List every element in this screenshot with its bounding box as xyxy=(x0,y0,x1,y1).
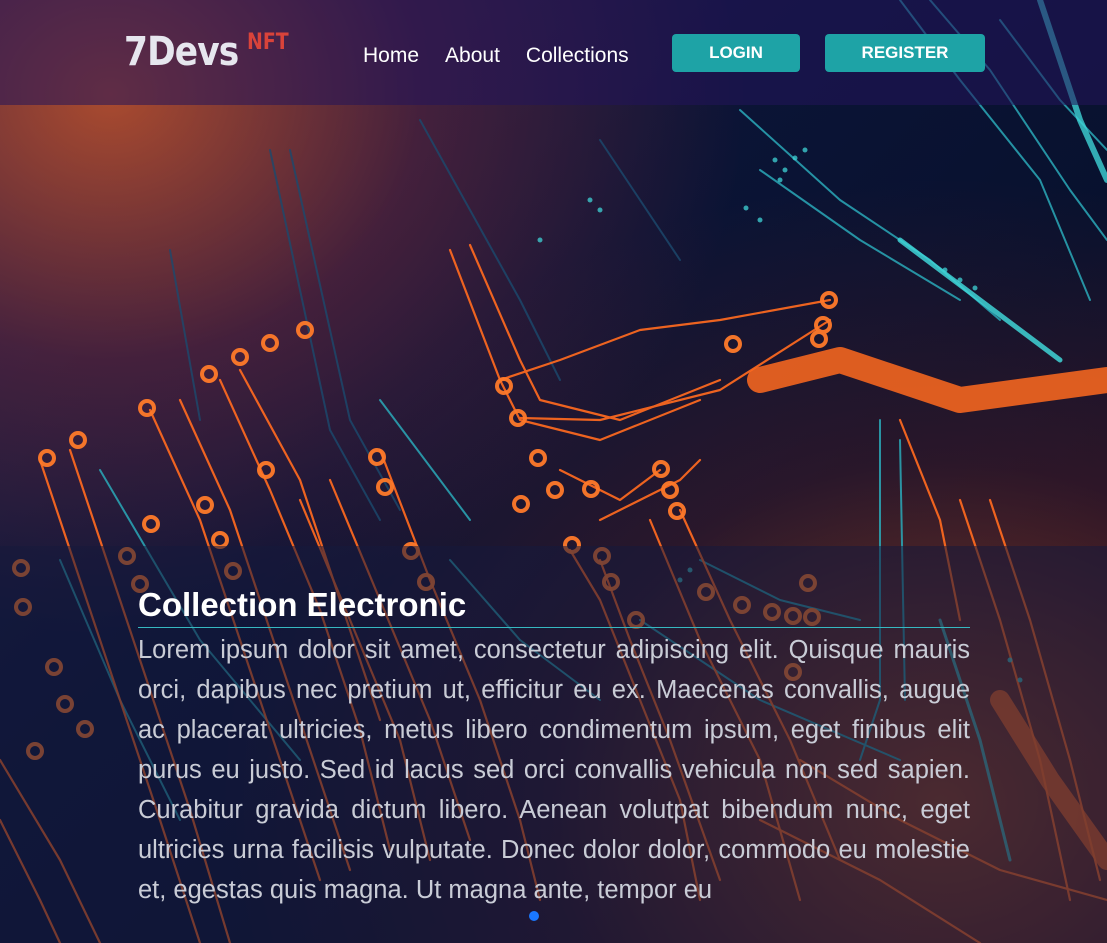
collection-section: Collection Electronic Lorem ipsum dolor … xyxy=(138,583,970,910)
scroll-indicator-dot[interactable] xyxy=(529,911,539,921)
collection-title: Collection Electronic xyxy=(138,586,467,623)
collection-description: Lorem ipsum dolor sit amet, consectetur … xyxy=(138,636,970,904)
logo-nft-badge: NFT xyxy=(247,30,289,55)
top-navbar: 7Devs NFT Home About Collections LOGIN R… xyxy=(0,0,1107,105)
nav-link-about[interactable]: About xyxy=(445,43,500,69)
nav-link-collections[interactable]: Collections xyxy=(526,43,629,69)
login-button[interactable]: LOGIN xyxy=(672,34,800,72)
main-nav: Home About Collections xyxy=(363,43,655,69)
register-button[interactable]: REGISTER xyxy=(825,34,985,72)
logo[interactable]: 7Devs NFT xyxy=(124,28,296,76)
nav-link-home[interactable]: Home xyxy=(363,43,419,69)
title-divider xyxy=(138,627,970,628)
logo-text: 7Devs xyxy=(124,29,239,75)
page: 7Devs NFT Home About Collections LOGIN R… xyxy=(0,0,1107,943)
